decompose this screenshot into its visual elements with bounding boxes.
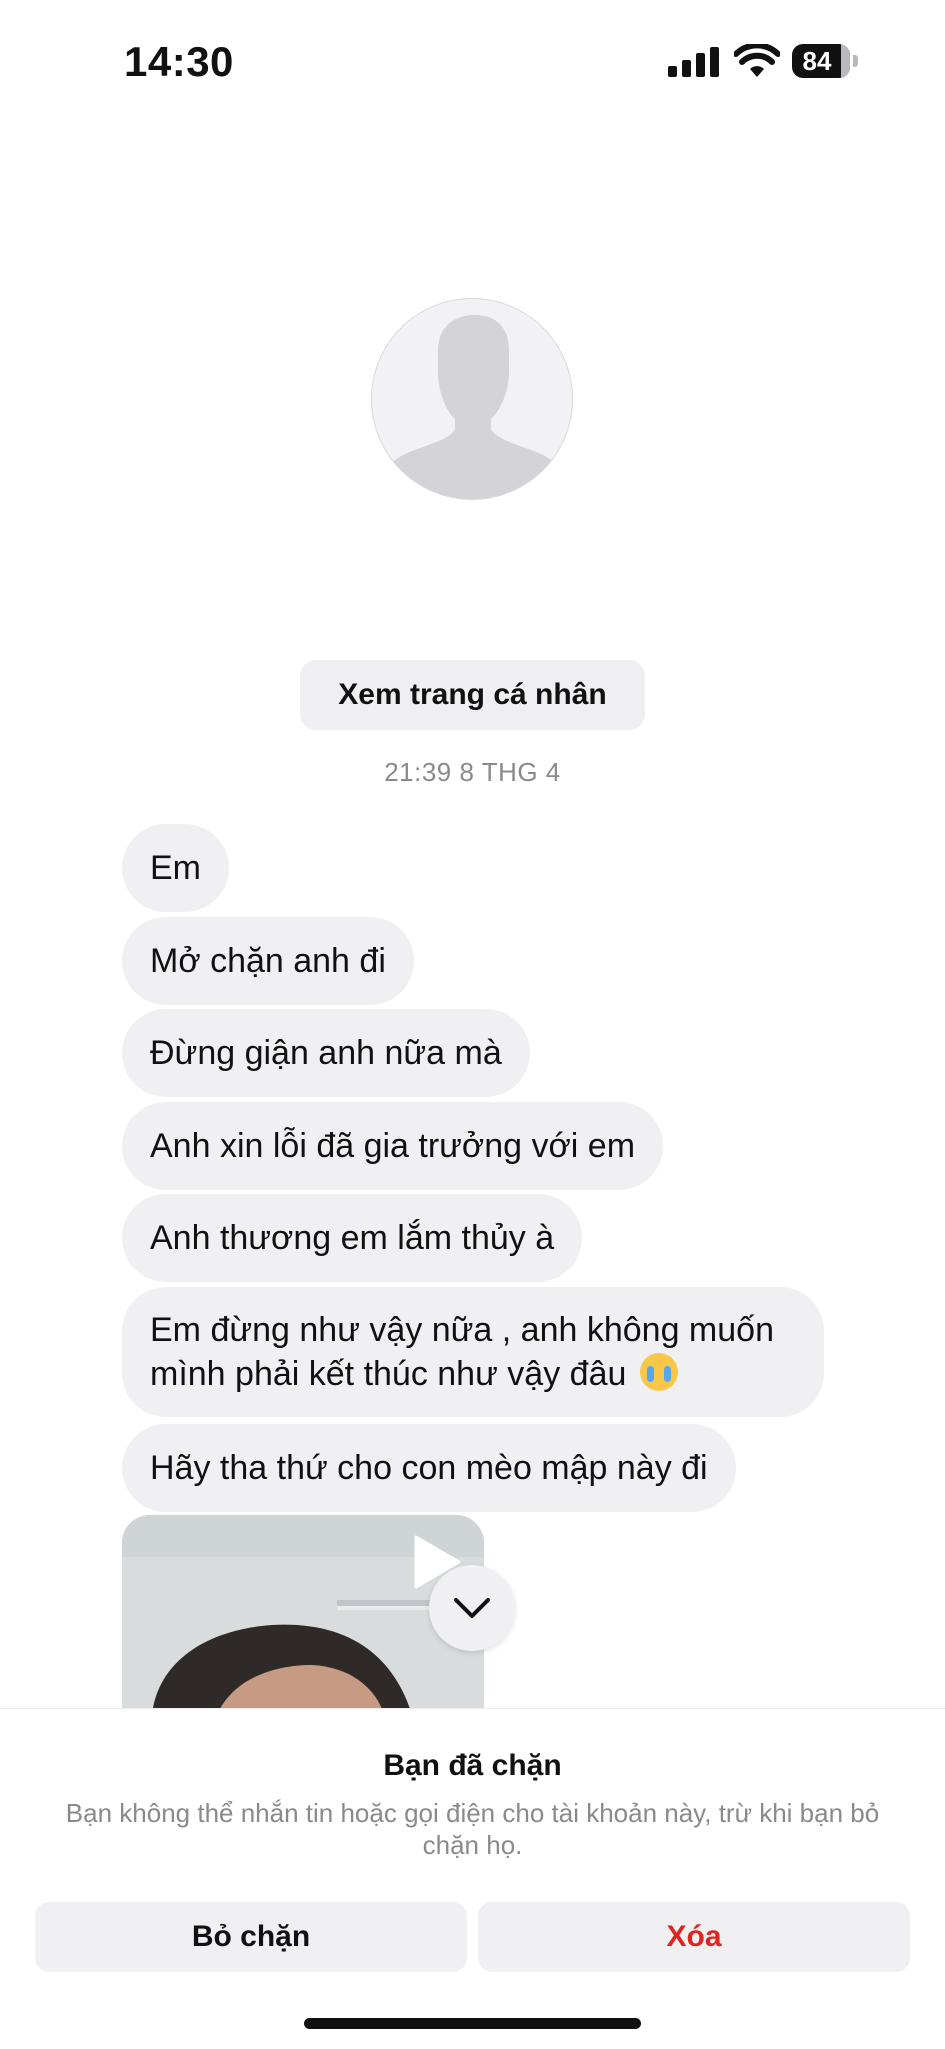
blocked-title: Bạn đã chặn xyxy=(383,1749,562,1782)
message-text: Đừng giận anh nữa mà xyxy=(150,1033,502,1072)
battery-level: 84 xyxy=(802,46,832,76)
message-bubble[interactable]: Em xyxy=(122,824,229,912)
blocked-description: Bạn không thể nhắn tin hoặc gọi điện cho… xyxy=(65,1798,880,1860)
home-indicator[interactable] xyxy=(304,2018,641,2029)
message-bubble[interactable]: Mở chặn anh đi xyxy=(122,917,414,1005)
message-timestamp: 21:39 8 THG 4 xyxy=(384,757,561,787)
message-bubble[interactable]: Đừng giận anh nữa mà xyxy=(122,1009,530,1097)
message-bubble[interactable]: Hãy tha thứ cho con mèo mập này đi xyxy=(122,1424,736,1512)
status-time: 14:30 xyxy=(124,38,234,85)
message-text: Anh xin lỗi đã gia trưởng với em xyxy=(150,1126,636,1165)
default-avatar-icon[interactable] xyxy=(371,298,573,500)
message-text: Hãy tha thứ cho con mèo mập này đi xyxy=(150,1448,708,1487)
blocked-notice-panel: Bạn đã chặn Bạn không thể nhắn tin hoặc … xyxy=(0,1708,945,2049)
loudly-crying-face-emoji xyxy=(639,1353,678,1391)
delete-button[interactable]: Xóa xyxy=(478,1902,910,1972)
message-bubble[interactable]: Em đừng như vậy nữa , anh không muốn mìn… xyxy=(122,1287,824,1417)
message-bubble[interactable]: Anh thương em lắm thủy à xyxy=(122,1194,583,1282)
battery-icon: 84 xyxy=(792,44,860,78)
unblock-button[interactable]: Bỏ chặn xyxy=(35,1902,467,1972)
message-text: Mở chặn anh đi xyxy=(150,941,386,980)
message-bubble[interactable]: Anh xin lỗi đã gia trưởng với em xyxy=(122,1102,664,1190)
chevron-down-icon xyxy=(454,1598,490,1618)
message-text: Em xyxy=(150,848,201,887)
message-text: Anh thương em lắm thủy à xyxy=(150,1218,555,1257)
message-text: Em đừng như vậy nữa , anh không muốn mìn… xyxy=(150,1311,774,1393)
scroll-down-button[interactable] xyxy=(429,1565,515,1651)
wifi-icon xyxy=(734,44,780,77)
view-profile-button[interactable]: Xem trang cá nhân xyxy=(300,660,645,730)
signal-icon xyxy=(668,47,720,77)
status-bar: 14:30 84 xyxy=(0,0,945,120)
